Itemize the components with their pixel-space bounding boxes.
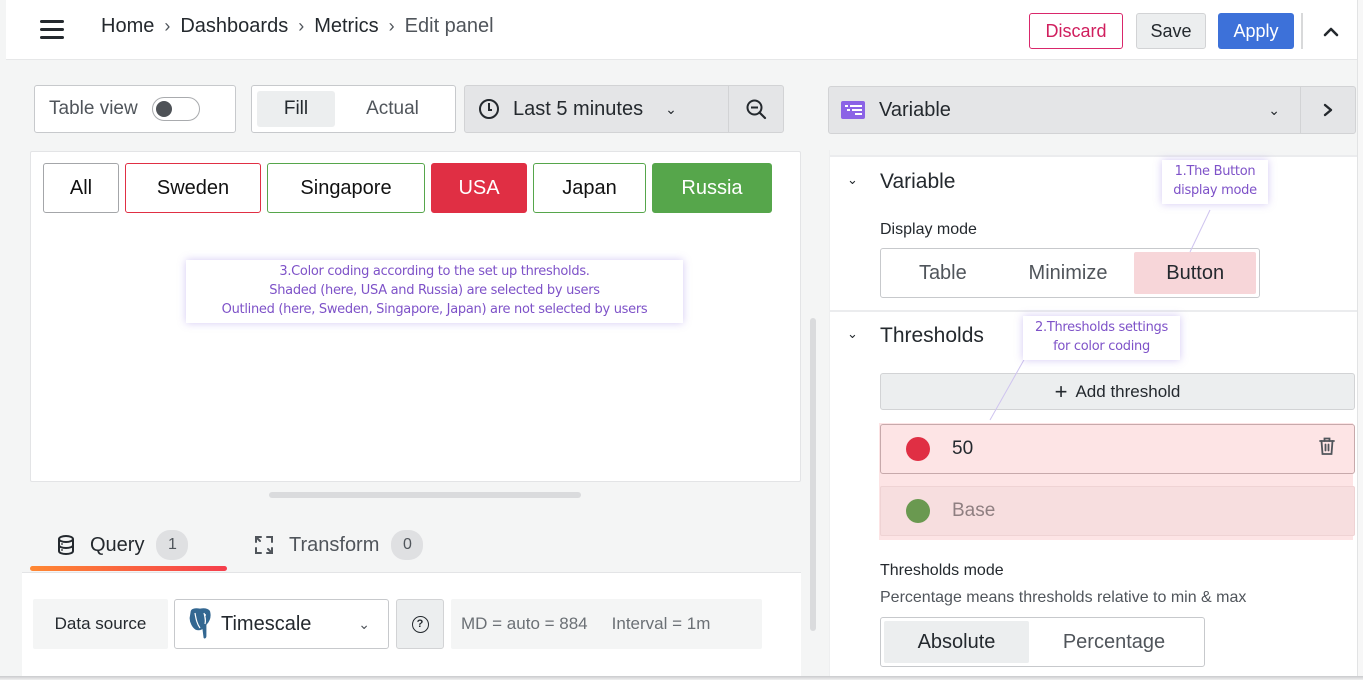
vertical-splitter-handle[interactable] xyxy=(810,318,816,631)
transform-icon xyxy=(255,536,273,554)
variable-button-usa[interactable]: USA xyxy=(431,163,527,213)
threshold-row: 50 xyxy=(880,424,1355,474)
breadcrumb-metrics[interactable]: Metrics xyxy=(314,15,378,38)
breadcrumb-separator: › xyxy=(298,16,305,36)
tab-query[interactable]: Query 1 xyxy=(56,530,189,560)
discard-button[interactable]: Discard xyxy=(1029,13,1123,49)
variable-button-all[interactable]: All xyxy=(43,163,119,213)
postgres-elephant-icon xyxy=(188,607,212,640)
threshold-color-swatch[interactable] xyxy=(906,499,930,523)
fill-actual-radio: Fill Actual xyxy=(251,85,456,133)
tab-query-label: Query xyxy=(90,533,145,556)
clock-icon xyxy=(479,99,499,119)
data-source-label: Data source xyxy=(33,599,168,649)
interval-info: Interval = 1m xyxy=(611,614,711,633)
variable-panel-icon xyxy=(841,101,865,119)
time-range-label: Last 5 minutes xyxy=(513,97,644,120)
threshold-color-swatch[interactable] xyxy=(906,437,930,461)
data-source-picker[interactable]: Timescale ⌄ xyxy=(174,599,389,649)
variable-button-japan[interactable]: Japan xyxy=(533,163,646,213)
variable-button-singapore[interactable]: Singapore xyxy=(267,163,425,213)
chevron-down-icon[interactable]: ⌄ xyxy=(847,326,858,342)
options-separator xyxy=(830,155,1357,157)
visualization-picker: Variable ⌄ xyxy=(828,86,1356,134)
save-button[interactable]: Save xyxy=(1136,13,1206,49)
tab-transform-label: Transform xyxy=(289,533,380,556)
display-mode-table[interactable]: Table xyxy=(884,252,1002,294)
max-data-points-info: MD = auto = 884 xyxy=(461,614,588,633)
chevron-right-icon[interactable] xyxy=(1301,101,1355,119)
variable-button-sweden[interactable]: Sweden xyxy=(125,163,261,213)
annotation-line: Shaded (here, USA and Russia) are select… xyxy=(269,282,600,298)
tab-transform[interactable]: Transform 0 xyxy=(253,530,424,560)
query-options-info[interactable]: MD = auto = 884 Interval = 1m xyxy=(451,599,762,649)
query-help-button[interactable]: ? xyxy=(396,599,444,649)
active-tab-indicator xyxy=(30,566,227,571)
breadcrumb-dashboards[interactable]: Dashboards xyxy=(180,15,288,38)
thresholds-mode-percentage[interactable]: Percentage xyxy=(1029,621,1199,663)
variable-button-russia[interactable]: Russia xyxy=(652,163,772,213)
annotation-line: Outlined (here, Sweden, Singapore, Japan… xyxy=(221,301,648,317)
database-icon xyxy=(58,535,74,556)
annotation-color-coding: 3.Color coding according to the set up t… xyxy=(186,260,683,323)
annotation-thresholds-settings: 2.Thresholds settings for color coding xyxy=(1023,316,1180,360)
menu-icon[interactable] xyxy=(36,20,68,42)
transform-count-badge: 0 xyxy=(391,530,424,560)
data-source-name: Timescale xyxy=(221,612,312,635)
chevron-down-icon[interactable]: ⌄ xyxy=(847,172,858,188)
threshold-value[interactable]: 50 xyxy=(952,438,973,460)
breadcrumb-edit-panel: Edit panel xyxy=(404,15,494,37)
thresholds-mode-description: Percentage means thresholds relative to … xyxy=(880,589,1247,606)
chevron-up-icon[interactable] xyxy=(1320,18,1342,44)
annotation-line: display mode xyxy=(1173,182,1257,198)
section-thresholds[interactable]: Thresholds xyxy=(880,324,984,348)
chevron-down-icon: ⌄ xyxy=(358,615,370,632)
display-mode-minimize[interactable]: Minimize xyxy=(1002,252,1135,294)
annotation-line: 2.Thresholds settings xyxy=(1035,320,1168,335)
time-picker: Last 5 minutes ⌄ xyxy=(464,85,784,133)
preview-resize-handle[interactable] xyxy=(269,492,581,498)
display-mode-label: Display mode xyxy=(880,221,977,238)
annotation-button-display-mode: 1.The Button display mode xyxy=(1162,160,1268,204)
section-variable[interactable]: Variable xyxy=(880,170,956,194)
trash-icon[interactable] xyxy=(1318,436,1336,462)
window-shadow xyxy=(0,676,1363,680)
display-mode-radio: Table Minimize Button xyxy=(880,248,1260,298)
visualization-select[interactable]: Variable ⌄ xyxy=(829,87,1301,133)
display-mode-button[interactable]: Button xyxy=(1134,252,1256,294)
annotation-line: 3.Color coding according to the set up t… xyxy=(279,264,590,279)
threshold-base-label: Base xyxy=(952,500,996,521)
annotation-line: for color coding xyxy=(1053,338,1150,354)
breadcrumb-home[interactable]: Home xyxy=(101,15,154,38)
actual-option[interactable]: Actual xyxy=(335,91,450,127)
window-edge xyxy=(1357,0,1363,680)
table-view-toggle: Table view xyxy=(34,85,236,133)
breadcrumb-separator: › xyxy=(388,16,395,36)
options-separator xyxy=(830,310,1357,312)
thresholds-mode-absolute[interactable]: Absolute xyxy=(884,621,1029,663)
thresholds-mode-radio: Absolute Percentage xyxy=(880,617,1205,667)
help-icon: ? xyxy=(411,615,429,633)
zoom-out-button[interactable] xyxy=(729,86,783,132)
zoom-out-icon xyxy=(746,99,767,120)
annotation-line: 1.The Button xyxy=(1174,164,1256,179)
plus-icon: + xyxy=(1054,378,1068,404)
add-threshold-button[interactable]: + Add threshold xyxy=(880,373,1355,410)
chevron-down-icon: ⌄ xyxy=(665,100,677,117)
query-count-badge: 1 xyxy=(156,530,189,560)
time-range-button[interactable]: Last 5 minutes ⌄ xyxy=(465,86,729,132)
table-view-switch[interactable] xyxy=(151,97,200,121)
add-threshold-label: Add threshold xyxy=(1075,381,1181,401)
fill-option[interactable]: Fill xyxy=(257,91,335,127)
visualization-name: Variable xyxy=(879,98,951,121)
breadcrumb: Home › Dashboards › Metrics › Edit panel xyxy=(101,15,494,38)
apply-button[interactable]: Apply xyxy=(1218,13,1294,49)
table-view-label: Table view xyxy=(49,98,138,119)
thresholds-mode-label: Thresholds mode xyxy=(880,562,1004,579)
top-bar: Home › Dashboards › Metrics › Edit panel… xyxy=(6,0,1357,60)
breadcrumb-separator: › xyxy=(164,16,171,36)
toolbar-divider xyxy=(1301,13,1303,49)
threshold-row-base: Base xyxy=(880,486,1355,536)
chevron-down-icon: ⌄ xyxy=(1268,101,1280,118)
